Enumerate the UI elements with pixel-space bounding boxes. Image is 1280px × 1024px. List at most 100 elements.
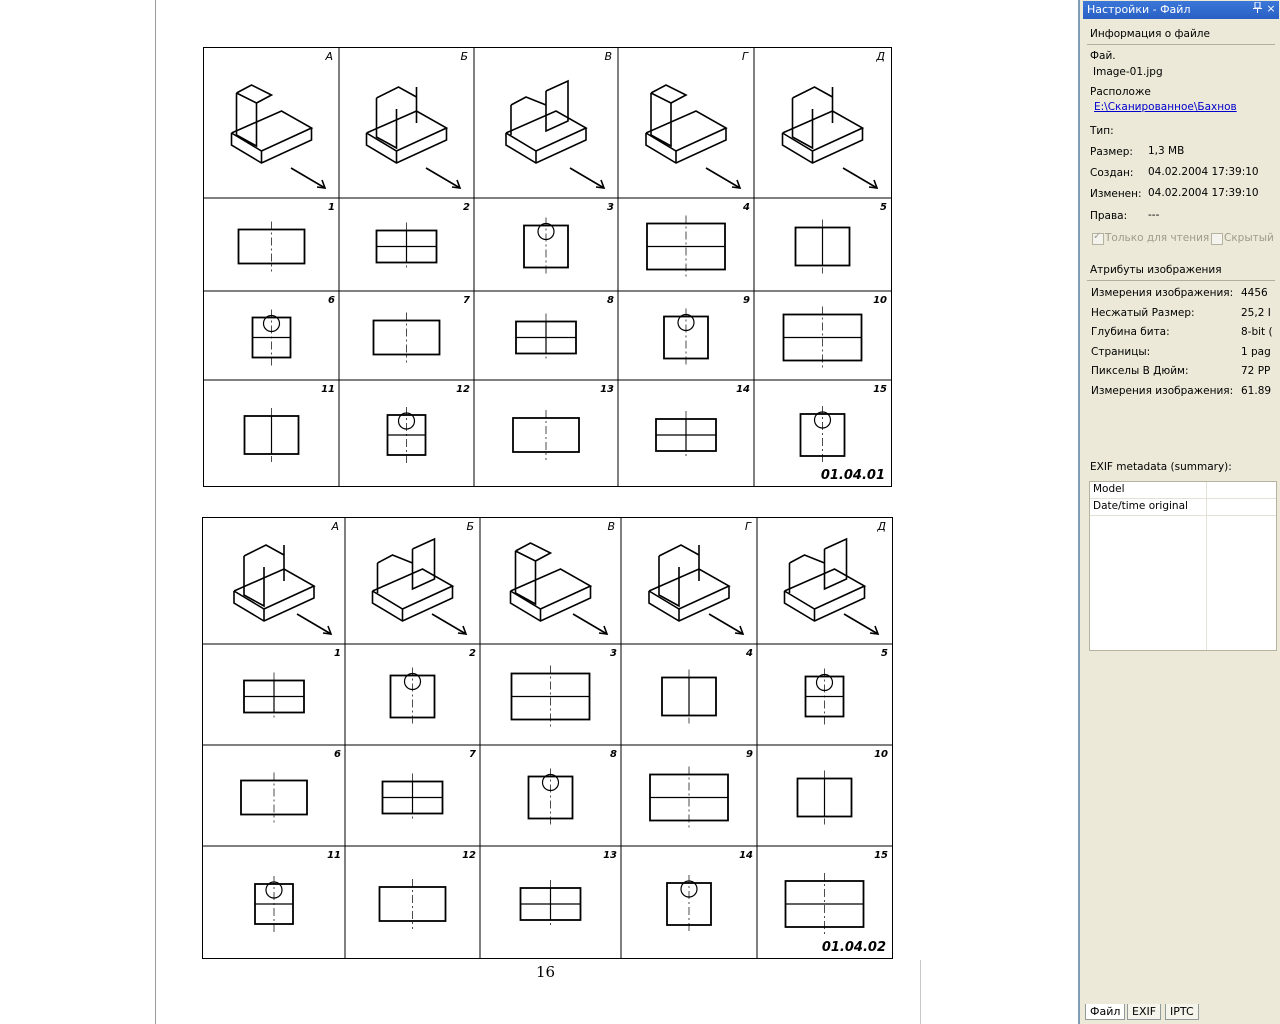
view-number: 10: [873, 295, 887, 306]
attribute-value: 61.89: [1241, 384, 1272, 397]
attribute-label: Пикселы В Дюйм:: [1091, 365, 1189, 377]
view-number: 5: [881, 648, 888, 659]
attribute-value: 25,2 I: [1241, 306, 1271, 319]
part-edge: [708, 613, 744, 635]
view-number: 5: [880, 202, 887, 213]
readonly-label: Только для чтения: [1105, 232, 1210, 244]
view-number: 3: [610, 648, 617, 659]
exif-key: Date/time original: [1093, 500, 1188, 512]
part-edge: [296, 613, 332, 635]
view-number: 12: [456, 384, 470, 395]
tab-2[interactable]: IPTC: [1165, 1004, 1199, 1020]
properties-panel: Настройки - Файл × Информация о файле Фа…: [1078, 0, 1280, 1024]
hidden-label: Скрытый: [1224, 232, 1274, 244]
view-number: 13: [603, 850, 617, 861]
part-edge: [510, 96, 547, 106]
part-edge: [789, 554, 825, 564]
view-number: 2: [469, 648, 476, 659]
view-number: 8: [607, 295, 614, 306]
rights-label: Права:: [1090, 210, 1128, 222]
view-number: 15: [873, 384, 887, 395]
isometric-part: [230, 84, 327, 189]
view-number: 2: [463, 202, 470, 213]
isometric-part: [233, 544, 333, 635]
attribute-value: 8-bit (: [1241, 326, 1273, 338]
rights-value: ---: [1148, 209, 1160, 221]
sheet-2-code: 01.04.02: [821, 940, 886, 955]
view-number: 13: [600, 384, 614, 395]
panel-titlebar[interactable]: Настройки - Файл ×: [1083, 1, 1279, 19]
sheet-2-graphics: А Б В Г Д1 2 3 4 56 7 8 9 1011 12 13 14 15: [203, 518, 892, 958]
part-edge: [290, 167, 326, 189]
sheet-1-code: 01.04.01: [820, 468, 885, 483]
isometric-part: [783, 537, 880, 635]
column-letter: Г: [745, 520, 752, 533]
exif-row[interactable]: Date/time original: [1090, 499, 1276, 516]
attribute-label: Глубина бита:: [1091, 326, 1170, 338]
part-edge: [515, 542, 553, 562]
created-label: Создан:: [1090, 167, 1134, 179]
view-number: 14: [739, 850, 753, 861]
hidden-checkbox[interactable]: [1211, 233, 1223, 245]
part-edge: [569, 167, 605, 189]
column-letter: А: [330, 520, 339, 533]
file-value: Image-01.jpg: [1093, 66, 1163, 78]
part-edge: [243, 544, 285, 557]
exif-table[interactable]: Model Date/time original: [1089, 481, 1277, 651]
column-letter: Д: [875, 50, 885, 63]
attribute-value: 1 pag: [1241, 345, 1271, 358]
pin-icon[interactable]: [1251, 1, 1263, 16]
part-edge: [842, 167, 878, 189]
sheet-1-graphics: А Б В Г Д1 2 3 4 56 7 8 9 1011 12 13 14 15: [204, 48, 891, 486]
isometric-part: [509, 542, 609, 635]
view-number: 8: [610, 749, 617, 760]
isometric-part: [781, 86, 879, 189]
part-edge: [650, 84, 688, 104]
isometric-part: [365, 86, 462, 189]
column-letter: В: [604, 50, 612, 63]
column-letter: В: [607, 520, 615, 533]
view-number: 3: [607, 202, 614, 213]
panel-body: Информация о файле Фай. Image-01.jpg Рас…: [1083, 20, 1279, 1005]
attribute-label: Измерения изображения:: [1091, 287, 1234, 299]
tab-1[interactable]: EXIF: [1127, 1004, 1162, 1020]
part-edge: [792, 86, 833, 99]
view-number: 12: [462, 850, 476, 861]
page-edge: [155, 0, 156, 1024]
column-letter: А: [324, 50, 333, 63]
exif-row[interactable]: Model: [1090, 482, 1276, 499]
view-number: 10: [874, 749, 888, 760]
tab-0[interactable]: Файл: [1085, 1004, 1126, 1020]
view-number: 6: [334, 749, 341, 760]
part-edge: [431, 613, 467, 635]
file-label: Фай.: [1090, 50, 1116, 62]
view-number: 15: [874, 850, 888, 861]
view-number: 4: [745, 648, 753, 659]
divider: [1087, 280, 1275, 281]
divider: [1087, 44, 1275, 45]
panel-tabs: Файл EXIF IPTC: [1083, 1004, 1279, 1022]
document-viewer[interactable]: А Б В Г Д 1 2 3 4 5 6 7 8 9 10 11 12 13 14 15 01.04.01 АБВГ…: [0, 0, 1078, 1024]
part-edge: [572, 613, 608, 635]
view-number: 7: [463, 295, 470, 306]
part-edge: [425, 167, 461, 189]
size-value: 1,3 MB: [1148, 145, 1185, 157]
isometric-part: [645, 84, 742, 189]
view-number: 11: [321, 384, 335, 395]
isometric-part: [505, 79, 606, 189]
part-edge: [376, 86, 417, 99]
location-link[interactable]: E:\Сканированное\Бахнов: [1094, 101, 1237, 113]
readonly-checkbox[interactable]: [1092, 231, 1104, 245]
panel-title: Настройки - Файл: [1087, 3, 1191, 16]
view-number: 9: [743, 295, 750, 306]
view-number: 1: [334, 648, 341, 659]
close-button[interactable]: ×: [1265, 2, 1277, 16]
view-number: 14: [736, 384, 750, 395]
view-number: 4: [742, 202, 750, 213]
size-label: Размер:: [1090, 146, 1133, 158]
modified-label: Изменен:: [1090, 188, 1142, 200]
drawing-sheet-2: А Б В Г Д 1 2 3 4 5 6 7 8 9 10 11 12 13 14 15 01.04.02: [202, 517, 893, 959]
part-edge: [843, 613, 879, 635]
isometric-part: [648, 544, 745, 635]
column-letter: Г: [742, 50, 749, 63]
